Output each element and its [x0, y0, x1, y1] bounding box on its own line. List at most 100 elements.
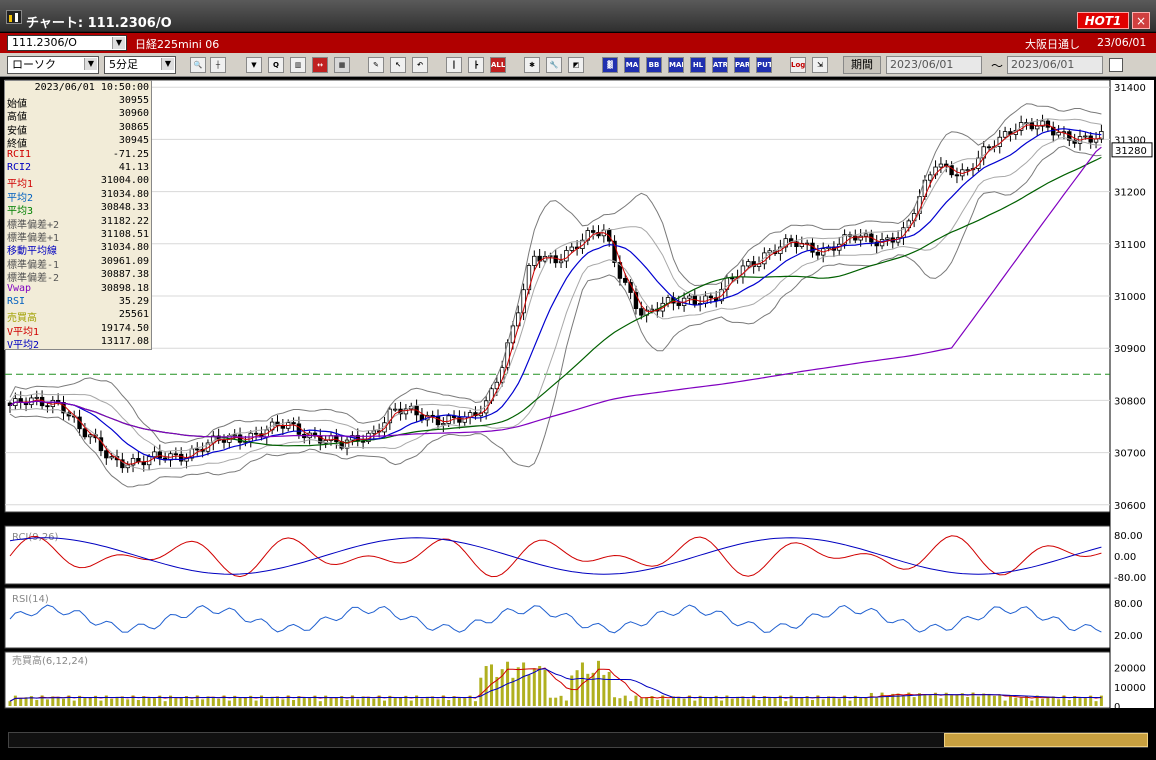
- rci-tick-label: 80.00: [1114, 531, 1143, 542]
- candle-body: [1056, 132, 1061, 136]
- hl-button[interactable]: HL: [690, 57, 706, 73]
- info-value: 41.13: [118, 162, 149, 173]
- pointer-icon[interactable]: ↖: [390, 57, 406, 73]
- bar-chart-icon[interactable]: ▥: [290, 57, 306, 73]
- volume-bar: [420, 698, 424, 706]
- hot-button[interactable]: HOT1: [1077, 12, 1129, 29]
- candle-body: [730, 277, 735, 280]
- chart-type-select[interactable]: ローソク ▼: [7, 56, 99, 74]
- volume-bar: [666, 699, 670, 706]
- info-row: 移動平均線 31034.80: [7, 242, 151, 257]
- all-button[interactable]: ALL: [490, 57, 506, 73]
- zoom-icon[interactable]: 🔍: [190, 57, 206, 73]
- volume-bar: [837, 698, 841, 706]
- search-icon[interactable]: Q: [268, 57, 284, 73]
- down-arrow-icon[interactable]: ▼: [246, 57, 262, 73]
- calendar-icon[interactable]: ▦: [334, 57, 350, 73]
- market-label: 大阪日通し: [1025, 38, 1080, 51]
- volume-bar: [618, 698, 622, 706]
- chart-area[interactable]: 31400 31300 31200 31100 31000 30900 30800 30700…: [4, 78, 1154, 710]
- price-tick-label: 31200: [1114, 188, 1146, 199]
- volume-bar: [880, 692, 884, 706]
- export-icon[interactable]: ⇲: [812, 57, 828, 73]
- put-button[interactable]: PUT: [756, 57, 772, 73]
- info-row: 始値 30955: [7, 95, 151, 110]
- info-value: 19174.50: [100, 322, 149, 334]
- title-bar[interactable]: チャート: 111.2306/O HOT1 ×: [0, 0, 1156, 32]
- chevron-down-icon[interactable]: ▼: [161, 58, 174, 70]
- candle-body: [173, 453, 179, 456]
- par-button[interactable]: PAR: [734, 57, 750, 73]
- volume-bar: [393, 697, 397, 706]
- volume-bar: [875, 697, 879, 706]
- chevron-down-icon[interactable]: ▼: [84, 58, 97, 70]
- color-icon[interactable]: ◩: [568, 57, 584, 73]
- volume-bar: [399, 697, 403, 706]
- candle-body: [938, 163, 944, 168]
- atr-button[interactable]: ATR: [712, 57, 728, 73]
- log-button[interactable]: Log: [790, 57, 806, 73]
- interval-select[interactable]: 5分足 ▼: [104, 56, 176, 74]
- symbol-select[interactable]: 111.2306/O ▼: [7, 35, 127, 51]
- volume-bar: [356, 699, 360, 706]
- candle-body: [590, 230, 596, 233]
- volume-bar: [848, 700, 852, 706]
- volume-bar: [730, 698, 734, 706]
- volume-tick-label: 10000: [1114, 683, 1146, 694]
- candle-body: [34, 396, 39, 399]
- settings-icon[interactable]: ✱: [524, 57, 540, 73]
- chart-canvas[interactable]: 3140031300312003110031000309003080030700…: [4, 78, 1154, 710]
- volume-bar: [115, 696, 119, 706]
- compare-icon[interactable]: ↔: [312, 57, 328, 73]
- tool-icon[interactable]: 🔧: [546, 57, 562, 73]
- bar-icon[interactable]: ┣: [468, 57, 484, 73]
- volume-bar: [1046, 696, 1050, 706]
- candle-body: [746, 261, 751, 267]
- pen-icon[interactable]: ✎: [368, 57, 384, 73]
- volume-bar: [211, 696, 215, 706]
- candle-body: [253, 432, 259, 435]
- volume-bar: [794, 698, 798, 706]
- candle-body: [1035, 125, 1040, 130]
- candle-body: [986, 146, 992, 149]
- info-row: 終値 30945: [7, 135, 151, 150]
- candle-body: [1002, 131, 1008, 138]
- time-scrollbar[interactable]: [8, 732, 1148, 748]
- volume-bar: [479, 677, 483, 706]
- to-date-input[interactable]: 2023/06/01: [1007, 56, 1103, 74]
- bb-button[interactable]: BB: [646, 57, 662, 73]
- volume-bar: [1014, 697, 1018, 706]
- volume-bar: [13, 695, 17, 706]
- candle-icon[interactable]: ┃: [446, 57, 462, 73]
- info-row: RSI 35.29: [7, 296, 151, 309]
- volume-bar: [955, 694, 959, 706]
- from-date-input[interactable]: 2023/06/01: [886, 56, 982, 74]
- volume-bar: [217, 698, 221, 706]
- volume-bar: [457, 697, 461, 706]
- close-button[interactable]: ×: [1132, 12, 1150, 29]
- info-row: 標準偏差+1 31108.51: [7, 229, 151, 244]
- ma-button[interactable]: MA: [624, 57, 640, 73]
- option-checkbox[interactable]: [1109, 58, 1123, 72]
- volume-bar: [409, 700, 413, 706]
- info-value: 31182.22: [100, 215, 149, 227]
- crosshair-icon[interactable]: ┼: [210, 57, 226, 73]
- volume-bar: [72, 700, 76, 706]
- info-label: RSI: [7, 296, 26, 307]
- volume-bar: [693, 700, 697, 706]
- mae-button[interactable]: MAE: [668, 57, 684, 73]
- price-tick-label: 30600: [1114, 501, 1146, 512]
- period-button[interactable]: 期間: [843, 56, 881, 74]
- info-row: Vwap 30898.18: [7, 283, 151, 296]
- volume-bar: [281, 699, 285, 706]
- info-label: V平均2: [7, 340, 40, 352]
- scrollbar-thumb[interactable]: [944, 733, 1148, 747]
- chart-window: チャート: 111.2306/O HOT1 × 111.2306/O ▼ 日経2…: [0, 0, 1156, 760]
- volume-bar: [1078, 697, 1082, 706]
- info-row: 標準偏差-1 30961.09: [7, 256, 151, 271]
- info-value: 30848.33: [100, 202, 149, 214]
- undo-icon[interactable]: ↶: [412, 57, 428, 73]
- chevron-down-icon[interactable]: ▼: [112, 37, 125, 49]
- indicator-icon[interactable]: ▓: [602, 57, 618, 73]
- volume-bar: [532, 668, 536, 706]
